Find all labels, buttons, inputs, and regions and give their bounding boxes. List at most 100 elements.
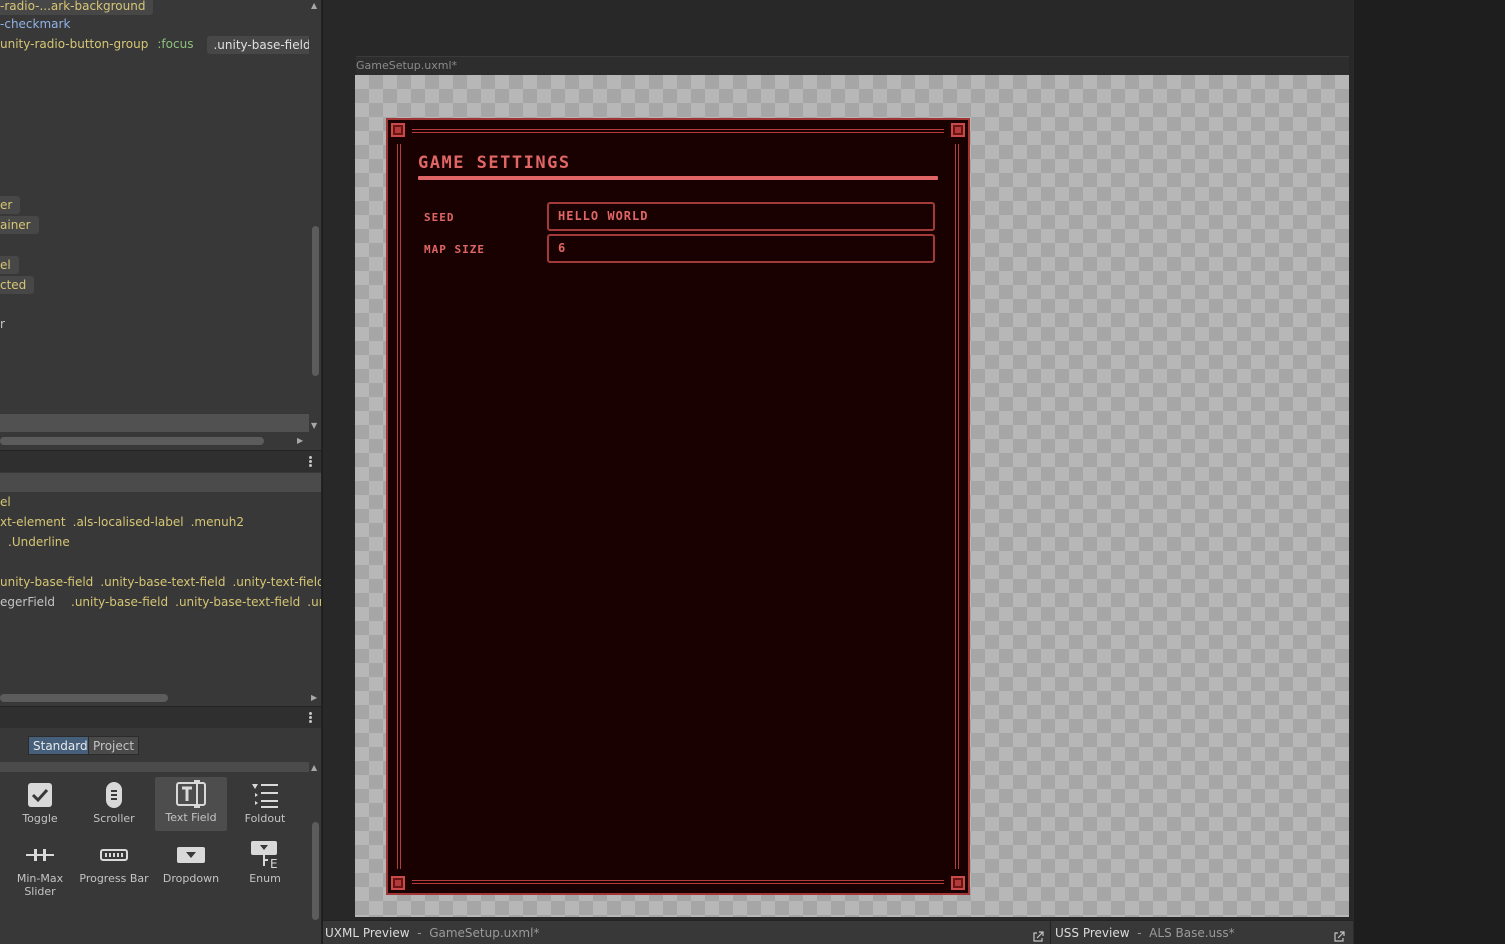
open-external-icon[interactable] — [1032, 927, 1044, 942]
library-header — [0, 706, 321, 728]
title-underline — [418, 176, 938, 180]
scroll-thumb[interactable] — [312, 226, 319, 376]
viewport[interactable]: GameSetup.uxml* GAME SETTINGS SEED HELLO… — [323, 0, 1353, 920]
library-item-label: Toggle — [22, 812, 58, 825]
foldout-icon — [229, 778, 301, 812]
seed-label: SEED — [424, 211, 455, 224]
scroll-up-icon[interactable]: ▲ — [311, 764, 317, 772]
class-row[interactable]: xt-element .als-localised-label .menuh2 — [0, 512, 251, 532]
selector-row[interactable]: r — [0, 314, 19, 334]
library-item-label: Scroller — [93, 812, 135, 825]
class-name: .Underline — [8, 535, 70, 549]
map-size-field[interactable]: 6 — [547, 234, 935, 263]
selector-input-strip[interactable] — [0, 414, 309, 432]
classes-hscrollbar[interactable]: ▶ — [0, 691, 321, 705]
seed-field[interactable]: HELLO WORLD — [547, 202, 935, 231]
text-field-icon — [155, 777, 227, 811]
left-panel: -radio-...ark-background -checkmark unit… — [0, 0, 322, 944]
class-name: .als-localised-label — [72, 515, 184, 529]
library-item-label: Progress Bar — [79, 872, 149, 885]
selector-row[interactable]: unity-radio-button-group :focus .unity-bas… — [0, 34, 321, 54]
class-row[interactable]: unity-base-field .unity-base-text-field .u… — [0, 572, 322, 592]
more-options-icon[interactable] — [308, 711, 312, 725]
border-rail — [955, 144, 959, 869]
selector-row[interactable]: ainer — [0, 214, 39, 234]
border-rail — [412, 880, 944, 884]
class-name: .unity-base-text-field — [100, 575, 226, 589]
selector-tag[interactable]: ainer — [0, 215, 39, 234]
page-title: GAME SETTINGS — [418, 153, 571, 173]
scroll-down-icon[interactable]: ▼ — [311, 422, 317, 430]
uxml-preview-title: UXML Preview — [325, 926, 410, 940]
selector-row[interactable]: er — [0, 194, 21, 214]
right-empty-area — [1353, 0, 1505, 944]
library-item-foldout[interactable]: Foldout — [229, 778, 301, 832]
selectors-hscrollbar[interactable]: ▶ — [0, 434, 321, 448]
scroll-right-icon[interactable]: ▶ — [311, 694, 317, 702]
scroller-icon — [78, 778, 150, 812]
class-name: .unity-text-field — [232, 575, 322, 589]
selector-name: unity-radio-button-group — [0, 37, 149, 51]
selector-tag[interactable]: -radio-...ark-background — [0, 0, 154, 15]
selector-row[interactable]: -checkmark — [0, 14, 70, 34]
library-item-toggle[interactable]: Toggle — [4, 778, 76, 832]
scroll-right-icon[interactable]: ▶ — [297, 437, 303, 445]
library-item-text-field[interactable]: Text Field — [155, 777, 227, 831]
document-title: GameSetup.uxml* — [356, 59, 458, 72]
classes-toolbar[interactable] — [0, 473, 321, 492]
selectors-scrollbar[interactable]: ▲ ▼ — [309, 0, 321, 432]
min-max-slider-icon — [4, 838, 76, 872]
dropdown-icon — [155, 838, 227, 872]
class-name: unity-base-field — [0, 575, 94, 589]
uxml-preview-tab[interactable]: UXML Preview - GameSetup.uxml* — [325, 921, 539, 944]
selector-tag[interactable]: .unity-base-field__l — [207, 35, 321, 54]
corner-ornament — [951, 123, 965, 137]
selector-row[interactable]: -radio-...ark-background — [0, 0, 154, 15]
hscroll-thumb[interactable] — [0, 694, 168, 702]
selector-name: -checkmark — [0, 17, 71, 31]
selector-row[interactable]: cted — [0, 274, 35, 294]
styles-header — [0, 450, 321, 472]
scroll-thumb[interactable] — [312, 822, 319, 920]
canvas[interactable]: GAME SETTINGS SEED HELLO WORLD MAP SIZE … — [355, 75, 1349, 917]
more-options-icon[interactable] — [308, 455, 312, 469]
pseudo-class: :focus — [157, 37, 194, 51]
uss-preview-title: USS Preview — [1055, 926, 1130, 940]
toggle-icon — [4, 778, 76, 812]
hscroll-thumb[interactable] — [0, 437, 264, 445]
library-item-label: Foldout — [244, 812, 286, 825]
class-name: .unity — [307, 595, 321, 609]
corner-ornament — [951, 876, 965, 890]
tab-standard[interactable]: Standard — [28, 736, 93, 755]
class-row[interactable]: .Underline — [8, 532, 77, 552]
svg-text:E: E — [270, 857, 278, 870]
uss-preview-tab[interactable]: USS Preview - ALS Base.uss* — [1055, 921, 1235, 944]
library-item-progress-bar[interactable]: Progress Bar — [78, 838, 150, 892]
divider — [1050, 921, 1051, 944]
document-title-bar: GameSetup.uxml* — [356, 56, 1349, 75]
class-row[interactable]: el — [0, 492, 18, 512]
selector-tag[interactable]: el — [0, 255, 19, 274]
library-item-label: Enum — [249, 872, 281, 885]
library-filter-strip[interactable] — [0, 762, 309, 772]
class-name: el — [0, 495, 11, 509]
library-item-dropdown[interactable]: Dropdown — [155, 838, 227, 892]
selector-tag[interactable]: er — [0, 195, 21, 214]
border-rail — [397, 144, 401, 869]
library-scrollbar[interactable]: ▲ — [309, 762, 321, 922]
progress-bar-icon — [78, 838, 150, 872]
uxml-preview-file: GameSetup.uxml* — [429, 926, 540, 940]
selector-row[interactable]: el — [0, 254, 19, 274]
library-item-label: Text Field — [165, 811, 217, 824]
selector-tag[interactable]: cted — [0, 275, 35, 294]
library-item-scroller[interactable]: Scroller — [78, 778, 150, 832]
class-row[interactable]: egerField .unity-base-field .unity-base-te… — [0, 592, 321, 612]
class-name: egerField — [0, 595, 56, 609]
scroll-up-icon[interactable]: ▲ — [311, 2, 317, 10]
open-external-icon[interactable] — [1333, 927, 1345, 942]
game-settings-panel[interactable]: GAME SETTINGS SEED HELLO WORLD MAP SIZE … — [386, 118, 970, 895]
library-item-enum[interactable]: E Enum — [229, 838, 301, 892]
preview-bar: UXML Preview - GameSetup.uxml* USS Previ… — [323, 920, 1353, 944]
library-item-min-max-slider[interactable]: Min-Max Slider — [4, 838, 76, 904]
tab-project[interactable]: Project — [88, 736, 140, 755]
